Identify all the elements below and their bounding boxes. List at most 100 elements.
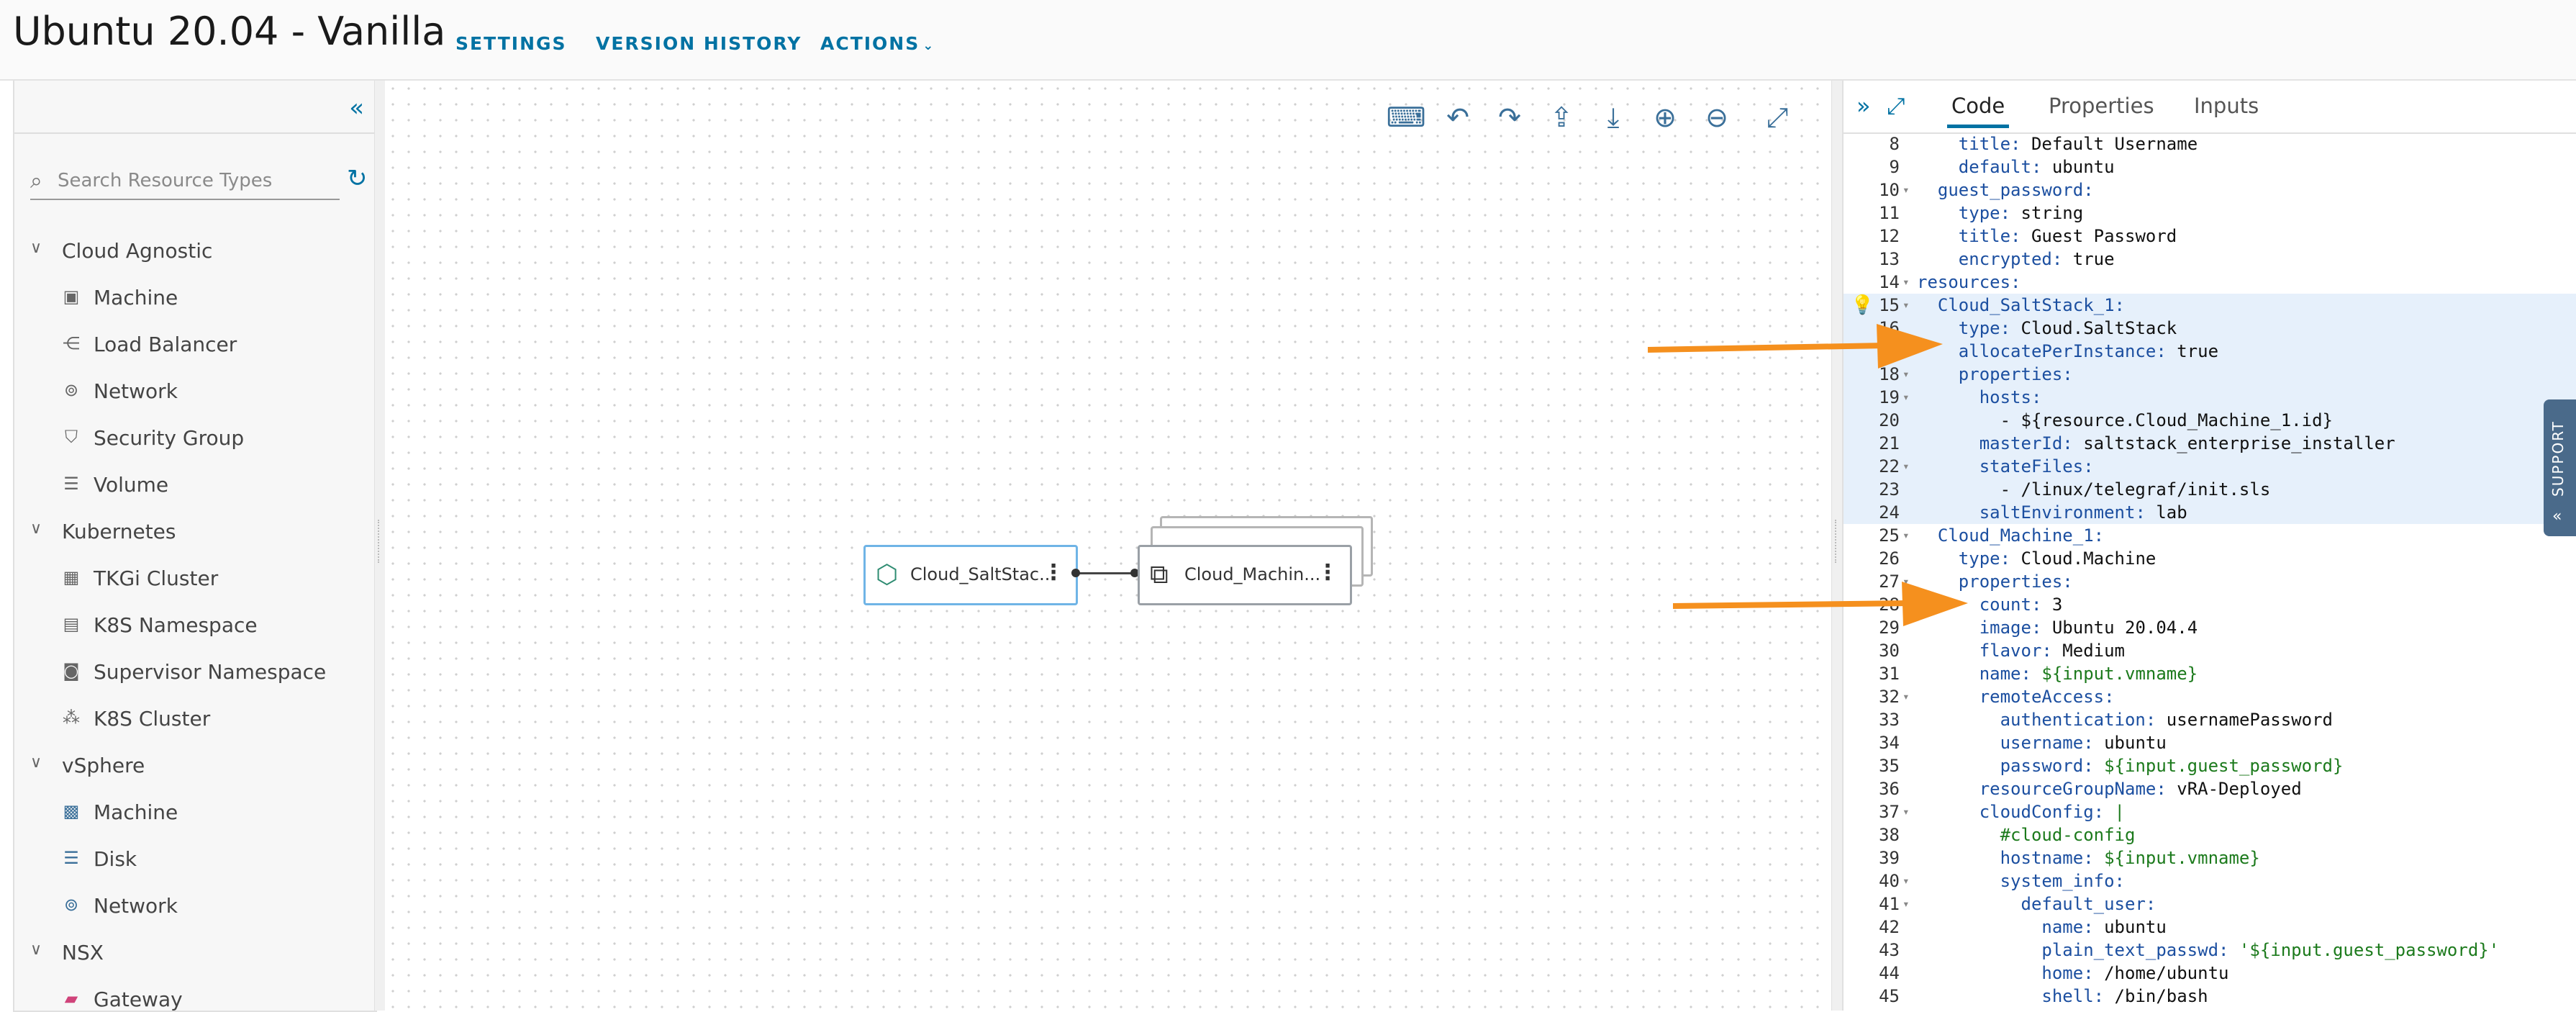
code-text: flavor: Medium <box>1979 641 2126 661</box>
fold-icon[interactable]: ▾ <box>1902 386 1910 409</box>
code-line[interactable]: 18 ▾ properties: <box>1843 363 2576 386</box>
code-line[interactable]: 32 ▾ remoteAccess: <box>1843 685 2576 708</box>
code-line[interactable]: 31 name: ${input.vmname} <box>1843 662 2576 685</box>
zoom-in-icon[interactable]: ⊕ <box>1644 96 1686 138</box>
code-text: plain_text_passwd: '${input.guest_passwo… <box>2041 940 2500 960</box>
node-menu-icon[interactable]: ⋮ <box>1317 560 1338 585</box>
code-line[interactable]: 13 encrypted: true <box>1843 248 2576 271</box>
code-line[interactable]: 25 ▾ Cloud_Machine_1: <box>1843 524 2576 547</box>
code-line[interactable]: 17 allocatePerInstance: true <box>1843 340 2576 363</box>
resource-disk[interactable]: ☰ Disk <box>14 840 376 887</box>
keyboard-icon[interactable]: ⌨ <box>1385 96 1427 138</box>
collapse-icon[interactable]: « <box>349 94 364 122</box>
code-line[interactable]: 23 - /linux/telegraf/init.sls <box>1843 478 2576 501</box>
expand-panel-icon[interactable]: » <box>1856 92 1871 119</box>
code-line[interactable]: 10 ▾ guest_password: <box>1843 179 2576 202</box>
node-menu-icon[interactable]: ⋮ <box>1043 560 1064 585</box>
code-line[interactable]: 26 type: Cloud.Machine <box>1843 547 2576 570</box>
design-canvas[interactable]: ⌨ ↶ ↷ ⇪ ⤓ ⊕ ⊖ ⤢ ⬡ Cloud_SaltStac... ⋮ ⧉ … <box>385 81 1831 1011</box>
code-line[interactable]: 45 shell: /bin/bash <box>1843 985 2576 1008</box>
settings-link[interactable]: SETTINGS <box>455 33 567 54</box>
fold-icon[interactable]: ▾ <box>1902 893 1910 916</box>
upload-icon[interactable]: ⇪ <box>1541 96 1582 138</box>
code-line[interactable]: 43 plain_text_passwd: '${input.guest_pas… <box>1843 939 2576 962</box>
category-vsphere[interactable]: ∨ vSphere <box>14 746 376 793</box>
resource-network[interactable]: ⊚ Network <box>14 372 376 419</box>
node-cloud-machine[interactable]: ⧉ Cloud_Machin... ⋮ <box>1138 545 1352 605</box>
yaml-editor[interactable]: 8 title: Default Username 9 default: ubun… <box>1843 132 2576 1011</box>
fold-icon[interactable]: ▾ <box>1902 455 1910 478</box>
maximize-icon[interactable]: ⤢ <box>1887 92 1905 120</box>
code-line[interactable]: 8 title: Default Username <box>1843 132 2576 155</box>
category-kubernetes[interactable]: ∨ Kubernetes <box>14 512 376 559</box>
actions-menu[interactable]: ACTIONS ⌄ <box>820 33 935 54</box>
resource-vsphere-machine[interactable]: ▩ Machine <box>14 793 376 840</box>
resource-tkgi-cluster[interactable]: ▦ TKGi Cluster <box>14 559 376 606</box>
code-line[interactable]: 34 username: ubuntu <box>1843 731 2576 754</box>
vm-icon: ▩ <box>63 801 80 821</box>
search-input[interactable]: Search Resource Types <box>58 170 272 191</box>
tab-properties[interactable]: Properties <box>2049 94 2154 118</box>
code-line[interactable]: 12 title: Guest Password <box>1843 225 2576 248</box>
code-line[interactable]: 33 authentication: usernamePassword <box>1843 708 2576 731</box>
fold-icon[interactable]: ▾ <box>1902 685 1910 708</box>
code-text: home: /home/ubuntu <box>2041 963 2229 983</box>
code-line[interactable]: 39 hostname: ${input.vmname} <box>1843 846 2576 869</box>
code-line[interactable]: 22 ▾ stateFiles: <box>1843 455 2576 478</box>
code-line[interactable]: 41 ▾ default_user: <box>1843 893 2576 916</box>
resource-volume[interactable]: ☰ Volume <box>14 466 376 512</box>
code-line[interactable]: 36 resourceGroupName: vRA-Deployed <box>1843 777 2576 800</box>
code-line[interactable]: 38 #cloud-config <box>1843 823 2576 846</box>
support-tab[interactable]: SUPPORT « <box>2544 399 2576 536</box>
line-number: 43 <box>1879 940 1900 960</box>
resource-supervisor-namespace[interactable]: ◙ Supervisor Namespace <box>14 653 376 700</box>
code-line[interactable]: 11 type: string <box>1843 202 2576 225</box>
code-line[interactable]: 16 type: Cloud.SaltStack <box>1843 317 2576 340</box>
resource-security-group[interactable]: ⛉ Security Group <box>14 419 376 466</box>
fit-screen-icon[interactable]: ⤢ <box>1756 96 1798 138</box>
right-resize-handle[interactable] <box>1831 81 1843 1011</box>
fold-icon[interactable]: ▾ <box>1902 524 1910 547</box>
code-panel: » ⤢ Code Properties Inputs 8 title: Defa… <box>1842 81 2576 1011</box>
category-nsx[interactable]: ∨ NSX <box>14 934 376 980</box>
fold-icon[interactable]: ▾ <box>1902 294 1910 317</box>
zoom-out-icon[interactable]: ⊖ <box>1696 96 1738 138</box>
undo-icon[interactable]: ↶ <box>1437 96 1479 138</box>
resource-k8s-cluster[interactable]: ⁂ K8S Cluster <box>14 700 376 746</box>
resource-vsphere-network[interactable]: ⊚ Network <box>14 887 376 934</box>
code-line[interactable]: 21 masterId: saltstack_enterprise_instal… <box>1843 432 2576 455</box>
code-line[interactable]: 💡 15 ▾ Cloud_SaltStack_1: <box>1843 294 2576 317</box>
line-number: 19 <box>1879 387 1900 407</box>
resource-machine[interactable]: ▣ Machine <box>14 279 376 325</box>
node-cloud-saltstack[interactable]: ⬡ Cloud_SaltStac... ⋮ <box>863 545 1078 605</box>
fold-icon[interactable]: ▾ <box>1902 271 1910 294</box>
code-line[interactable]: 35 password: ${input.guest_password} <box>1843 754 2576 777</box>
fold-icon[interactable]: ▾ <box>1902 869 1910 893</box>
download-icon[interactable]: ⤓ <box>1592 96 1634 138</box>
code-line[interactable]: 30 flavor: Medium <box>1843 639 2576 662</box>
code-line[interactable]: 44 home: /home/ubuntu <box>1843 962 2576 985</box>
tab-inputs[interactable]: Inputs <box>2194 94 2259 118</box>
code-line[interactable]: 9 default: ubuntu <box>1843 155 2576 179</box>
resource-k8s-namespace[interactable]: ▤ K8S Namespace <box>14 606 376 653</box>
code-line[interactable]: 24 saltEnvironment: lab <box>1843 501 2576 524</box>
code-line[interactable]: 20 - ${resource.Cloud_Machine_1.id} <box>1843 409 2576 432</box>
fold-icon[interactable]: ▾ <box>1902 179 1910 202</box>
code-line[interactable]: 40 ▾ system_info: <box>1843 869 2576 893</box>
code-line[interactable]: 19 ▾ hosts: <box>1843 386 2576 409</box>
code-line[interactable]: 14 ▾ resources: <box>1843 271 2576 294</box>
code-line[interactable]: 42 name: ubuntu <box>1843 916 2576 939</box>
search-resource-types[interactable]: ⌕ Search Resource Types <box>30 166 340 200</box>
left-resize-handle[interactable] <box>374 81 386 1011</box>
code-line[interactable]: 37 ▾ cloudConfig: | <box>1843 800 2576 823</box>
tab-code[interactable]: Code <box>1946 94 2010 128</box>
version-history-link[interactable]: VERSION HISTORY <box>596 33 802 54</box>
volume-icon: ☰ <box>63 474 79 494</box>
resource-gateway[interactable]: ▰ Gateway <box>14 980 376 1011</box>
category-cloud-agnostic[interactable]: ∨ Cloud Agnostic <box>14 232 376 279</box>
resource-load-balancer[interactable]: ⋲ Load Balancer <box>14 325 376 372</box>
redo-icon[interactable]: ↷ <box>1489 96 1530 138</box>
refresh-icon[interactable]: ↻ <box>347 164 368 193</box>
fold-icon[interactable]: ▾ <box>1902 800 1910 823</box>
line-number: 38 <box>1879 825 1900 845</box>
